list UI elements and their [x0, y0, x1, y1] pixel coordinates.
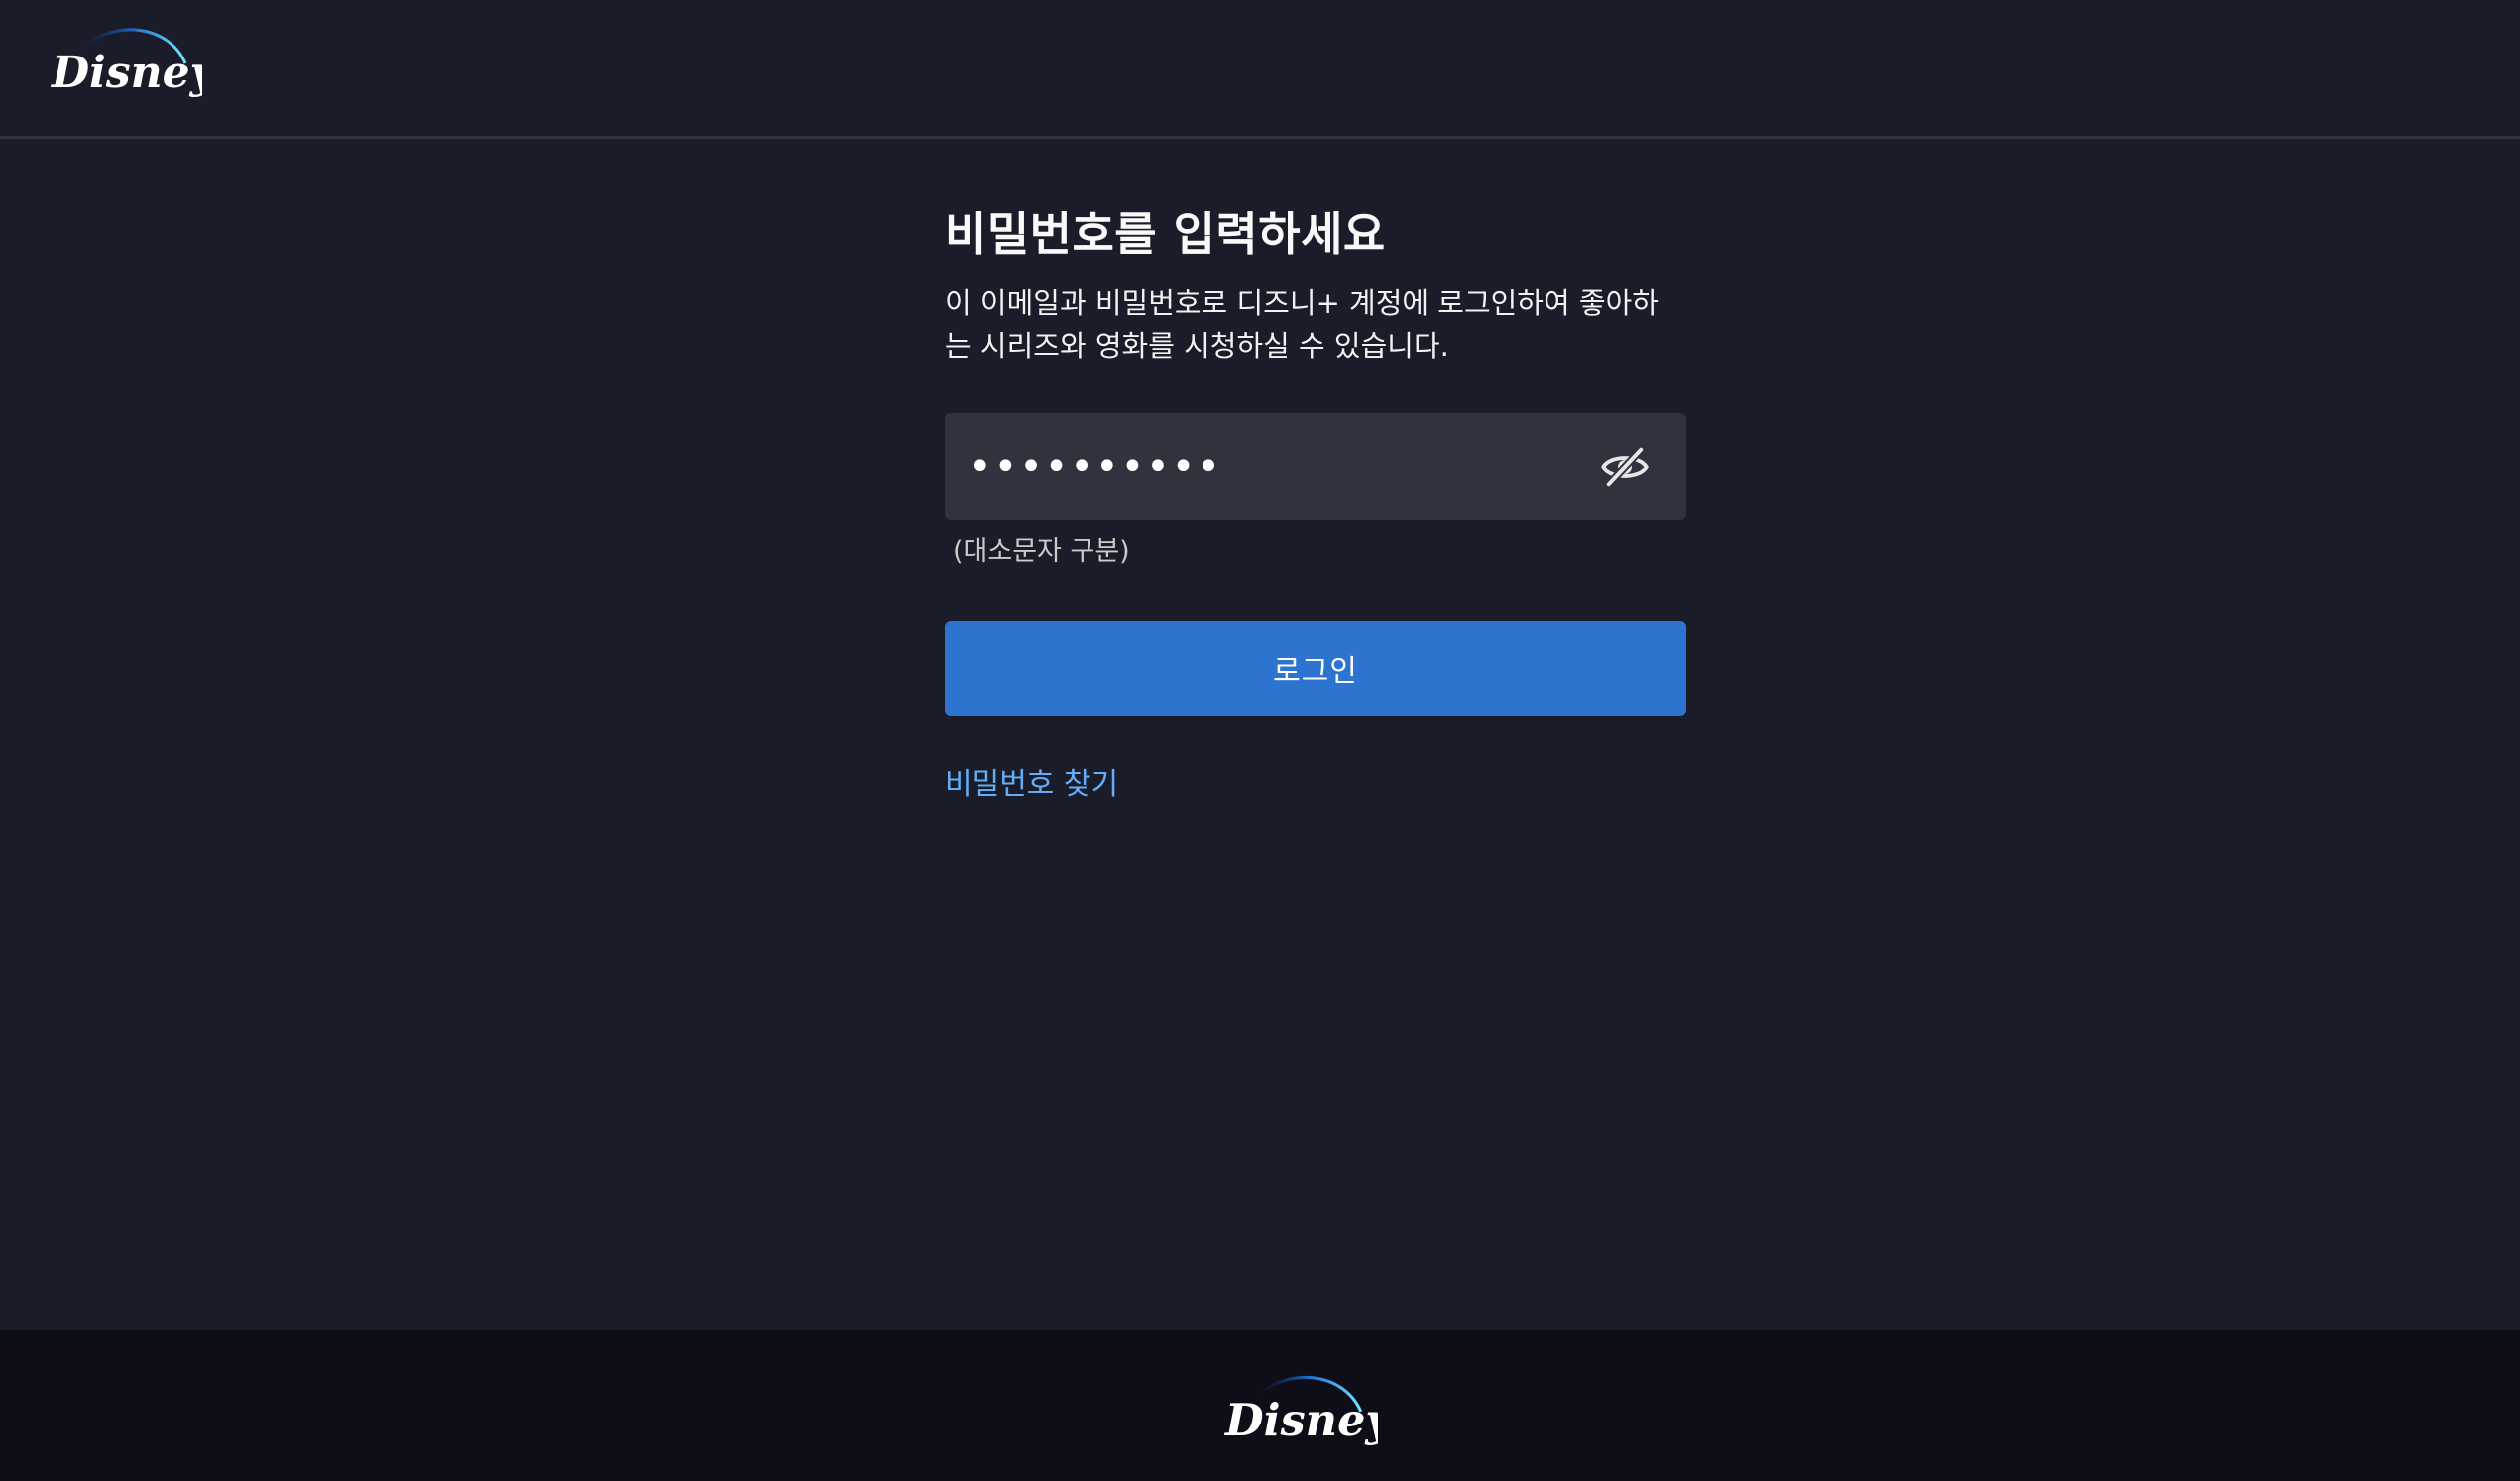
- password-form: 비밀번호를 입력하세요 이 이메일과 비밀번호로 디즈니+ 계정에 로그인하여 …: [945, 203, 1686, 802]
- forgot-password-link[interactable]: 비밀번호 찾기: [945, 763, 1118, 807]
- page-description: 이 이메일과 비밀번호로 디즈니+ 계정에 로그인하여 좋아하는 시리즈와 영화…: [945, 286, 1659, 363]
- disney-plus-logo[interactable]: Disney+: [50, 26, 202, 111]
- disney-plus-footer-logo[interactable]: Disney+: [1223, 1373, 1378, 1460]
- eye-slash-icon[interactable]: [1599, 441, 1651, 493]
- password-input[interactable]: [969, 413, 1583, 520]
- login-page: Disney+ 비밀번호를 입력하세요 이 이메일과 비밀번호로 디즈니+ 계정…: [0, 0, 2520, 1481]
- header: Disney+: [0, 0, 2520, 139]
- footer-logo-text: Disney+: [1223, 1394, 1378, 1446]
- page-title: 비밀번호를 입력하세요: [945, 207, 1386, 261]
- password-field[interactable]: [945, 413, 1686, 520]
- case-sensitive-hint: (대소문자 구분): [953, 536, 1130, 567]
- login-button[interactable]: 로그인: [945, 621, 1686, 716]
- footer: Disney+: [0, 1330, 2520, 1481]
- logo-text: Disney+: [50, 48, 202, 98]
